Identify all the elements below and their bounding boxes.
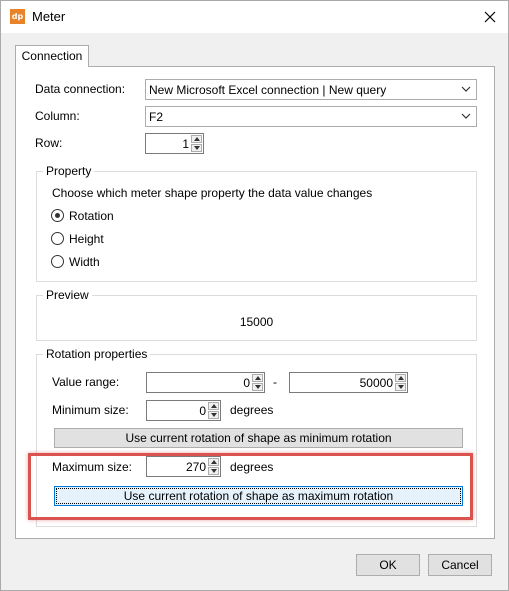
increment-button[interactable]: [208, 458, 219, 466]
decrement-button[interactable]: [208, 467, 219, 475]
value-range-min-value: 0: [243, 376, 250, 390]
radio-button[interactable]: [51, 255, 64, 268]
increment-button[interactable]: [252, 374, 263, 382]
arrow-down-icon: [211, 469, 217, 473]
chevron-down-icon: [461, 86, 471, 92]
maximum-size-stepper[interactable]: 270: [146, 456, 221, 477]
radio-button[interactable]: [51, 209, 64, 222]
value-range-max-stepper[interactable]: 50000: [289, 372, 408, 393]
rotation-properties-group: Rotation properties Value range: 0 - 500…: [36, 347, 477, 527]
minimum-size-unit: degrees: [230, 403, 274, 417]
ok-button[interactable]: OK: [356, 554, 420, 576]
decrement-button[interactable]: [395, 383, 406, 391]
tab-connection[interactable]: Connection: [15, 45, 89, 67]
arrow-up-icon: [194, 137, 200, 141]
increment-button[interactable]: [208, 402, 219, 410]
radio-selected-dot: [55, 213, 60, 218]
radio-button[interactable]: [51, 232, 64, 245]
chevron-down-icon: [461, 113, 471, 119]
row-decrement-button[interactable]: [191, 144, 202, 152]
value-range-label: Value range:: [52, 375, 120, 389]
row-label: Row:: [35, 136, 63, 150]
arrow-down-icon: [194, 146, 200, 150]
arrow-up-icon: [398, 376, 404, 380]
arrow-down-icon: [211, 413, 217, 417]
app-logo-icon: dp: [10, 9, 25, 24]
property-group-title: Property: [43, 164, 95, 178]
radio-label: Height: [69, 232, 104, 246]
preview-value: 15000: [239, 315, 274, 329]
decrement-button[interactable]: [252, 383, 263, 391]
row-value: 1: [182, 137, 189, 151]
close-icon: [484, 11, 496, 23]
close-button[interactable]: [476, 3, 504, 31]
window-title: Meter: [32, 9, 66, 24]
decrement-button[interactable]: [208, 411, 219, 419]
property-group: Property Choose which meter shape proper…: [36, 164, 477, 282]
maximum-size-value: 270: [185, 460, 206, 474]
arrow-up-icon: [211, 460, 217, 464]
column-value: F2: [149, 110, 164, 124]
use-max-rotation-label: Use current rotation of shape as maximum…: [123, 489, 394, 503]
range-separator: -: [273, 375, 277, 389]
maximum-size-unit: degrees: [230, 460, 274, 474]
title-bar: dp Meter: [1, 1, 508, 33]
rotation-group-title: Rotation properties: [43, 347, 151, 361]
arrow-up-icon: [211, 404, 217, 408]
data-connection-dropdown[interactable]: New Microsoft Excel connection | New que…: [145, 79, 477, 100]
use-min-rotation-button[interactable]: Use current rotation of shape as minimum…: [54, 428, 463, 448]
connection-tab-panel: Data connection: New Microsoft Excel con…: [15, 66, 495, 539]
use-max-rotation-button[interactable]: Use current rotation of shape as maximum…: [54, 486, 463, 506]
arrow-up-icon: [255, 376, 261, 380]
increment-button[interactable]: [395, 374, 406, 382]
row-increment-button[interactable]: [191, 135, 202, 143]
row-stepper[interactable]: 1: [145, 133, 204, 154]
preview-group-title: Preview: [43, 288, 92, 302]
cancel-button[interactable]: Cancel: [428, 554, 492, 576]
minimum-size-label: Minimum size:: [52, 403, 129, 417]
preview-group: Preview 15000: [36, 288, 477, 341]
radio-label: Width: [69, 255, 100, 269]
arrow-down-icon: [255, 385, 261, 389]
maximum-size-label: Maximum size:: [52, 460, 133, 474]
radio-label: Rotation: [69, 209, 114, 223]
minimum-size-value: 0: [199, 404, 206, 418]
property-description: Choose which meter shape property the da…: [52, 186, 373, 200]
column-dropdown[interactable]: F2: [145, 106, 477, 127]
data-connection-value: New Microsoft Excel connection | New que…: [149, 83, 387, 97]
value-range-min-stepper[interactable]: 0: [146, 372, 265, 393]
column-label: Column:: [35, 109, 80, 123]
value-range-max-value: 50000: [359, 376, 393, 390]
data-connection-label: Data connection:: [35, 82, 126, 96]
arrow-down-icon: [398, 385, 404, 389]
meter-dialog: dp Meter Connection Data connection: New…: [0, 0, 509, 591]
minimum-size-stepper[interactable]: 0: [146, 400, 221, 421]
